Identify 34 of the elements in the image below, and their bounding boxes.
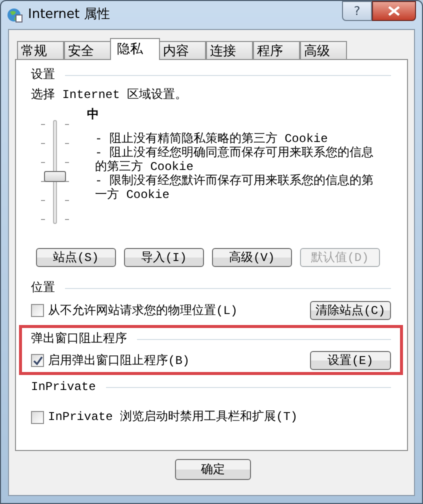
window-title: Internet 属性 bbox=[28, 6, 110, 24]
tab[interactable]: 程序 bbox=[253, 41, 300, 60]
tab[interactable]: 隐私 bbox=[110, 38, 160, 60]
group-heading: InPrivate bbox=[31, 379, 96, 396]
checkbox[interactable] bbox=[31, 304, 44, 317]
close-button[interactable] bbox=[372, 1, 416, 21]
slider-thumb[interactable] bbox=[44, 171, 66, 182]
tab[interactable]: 安全 bbox=[64, 41, 111, 60]
checkbox[interactable] bbox=[31, 354, 44, 367]
dialog-button[interactable]: 清除站点(C) bbox=[310, 301, 391, 320]
tab[interactable]: 内容 bbox=[159, 41, 206, 60]
dialog-button[interactable]: 站点(S) bbox=[36, 248, 116, 267]
description-text: - 限制没有经您默许而保存可用来联系您的信息的第一方 Cookie bbox=[95, 174, 374, 202]
checkbox[interactable] bbox=[31, 410, 44, 424]
group-heading: 设置 bbox=[31, 67, 55, 84]
checkbox-label: InPrivate 浏览启动时禁用工具栏和扩展(T) bbox=[48, 409, 298, 426]
tab[interactable]: 连接 bbox=[206, 41, 253, 60]
group-heading: 位置 bbox=[31, 280, 55, 297]
description-text: - 阻止没有精简隐私策略的第三方 Cookie bbox=[95, 132, 329, 146]
tab[interactable]: 常规 bbox=[17, 41, 64, 60]
checkbox-label: 从不允许网站请求您的物理位置(L) bbox=[48, 302, 238, 320]
description-text: - 阻止没有经您明确同意而保存可用来联系您的信息的第三方 Cookie bbox=[95, 146, 374, 174]
group-heading: 弹出窗口阻止程序 bbox=[31, 330, 127, 348]
dialog-button[interactable]: 导入(I) bbox=[124, 248, 204, 267]
checkbox-label: 启用弹出窗口阻止程序(B) bbox=[48, 352, 190, 370]
prompt-text: 选择 Internet 区域设置。 bbox=[31, 87, 188, 104]
level-name: 中 bbox=[87, 106, 99, 124]
globe-icon bbox=[7, 7, 23, 23]
tab[interactable]: 高级 bbox=[300, 41, 347, 60]
dialog-button[interactable]: 设置(E) bbox=[310, 351, 391, 370]
help-button[interactable]: ? bbox=[342, 1, 372, 21]
dialog-button[interactable]: 高级(V) bbox=[212, 248, 292, 267]
ok-button[interactable]: 确定 bbox=[175, 459, 251, 480]
close-icon bbox=[388, 6, 400, 16]
